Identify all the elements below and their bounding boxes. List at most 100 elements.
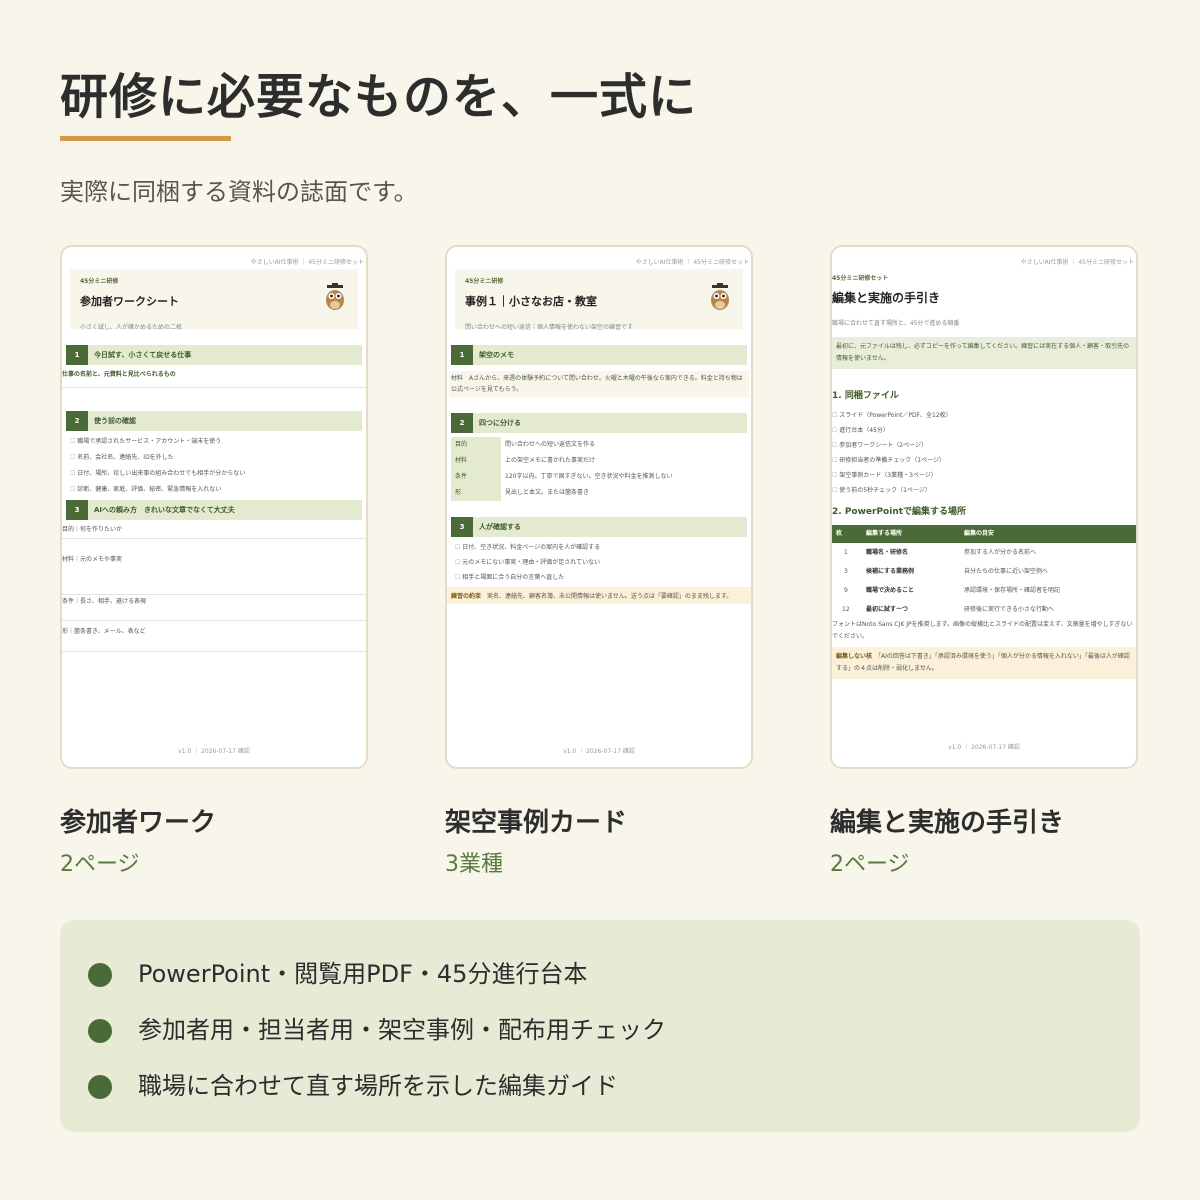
divider [62, 538, 366, 539]
card-guide: やさしいAI仕事術 ｜ 45分ミニ研修セット 45分ミニ研修セット 編集と実施の… [830, 245, 1138, 769]
check-item: 名前、会社名、連絡先、IDを外した [70, 452, 173, 461]
contents-item: 職場に合わせて直す場所を示した編集ガイド [138, 1072, 618, 1100]
table-cell: 12 [842, 606, 850, 613]
table-cell: 候補にする業務例 [866, 568, 915, 575]
table-row: 形見出しと本文。または箇条書き [451, 485, 747, 501]
note-label: 練習の約束 [451, 593, 482, 600]
section-number: 1 [66, 345, 88, 365]
divider [62, 651, 366, 652]
contents-panel: PowerPoint・閲覧用PDF・45分進行台本 参加者用・担当者用・架空事例… [60, 920, 1140, 1132]
card-caption: 架空事例カード [445, 808, 628, 838]
core-note: 編集しない核 「AIの回答は下書き」「承認済み環境を使う」「個人が分かる情報を入… [832, 647, 1136, 679]
doc-kicker: 45分ミニ研修 [465, 278, 504, 285]
table-row: 条件 120字以内。丁寧で固すぎない。空き状況や料金を推測しない [451, 469, 747, 485]
note-text: 実名、連絡先、顧客名簿、未公開情報は使いません。送う点は「要確認」のまま残します… [487, 593, 733, 600]
section-heading: 3 人が確認する [451, 517, 747, 537]
doc-kicker: 45分ミニ研修 [80, 278, 119, 285]
table-value: 見出しと本文。または箇条書き [505, 489, 590, 496]
table-header-cell: 編集の目安 [964, 530, 995, 537]
doc-footer: v1.0 ｜ 2026-07-17 確認 [563, 748, 635, 755]
doc-title-block: 45分ミニ研修 事例１｜小さなお店・教室 問い合わせへの短い返信｜個人情報を使わ… [455, 269, 743, 331]
card-caption-sub: 2ページ [60, 852, 140, 877]
table-header-cell: 枚 [836, 530, 843, 537]
table-value: 120字以内。丁寧で固すぎない。空き状況や料金を推測しない [505, 473, 673, 480]
table-cell: 1 [844, 549, 848, 556]
card-caption-sub: 2ページ [830, 852, 910, 877]
card-case: やさしいAI仕事術 ｜ 45分ミニ研修セット 45分ミニ研修 事例１｜小さなお店… [445, 245, 753, 769]
table-cell: 承認環境・保存場所・確認者を明記 [964, 587, 1061, 594]
doc-subtitle: 職場に合わせて直す場所と、45分で進める順番 [832, 320, 960, 327]
contents-item: 参加者用・担当者用・架空事例・配布用チェック [138, 1016, 666, 1044]
doc-subtitle: 小さく試し、人が確かめるための二枚 [80, 324, 183, 331]
section-number: 3 [451, 517, 473, 537]
doc-header: やさしいAI仕事術 ｜ 45分ミニ研修セット [635, 259, 749, 266]
table-cell: 研修後に実行できる小さな行動へ [964, 606, 1054, 613]
doc-title: 参加者ワークシート [80, 295, 179, 308]
page-title: 研修に必要なものを、一式に [60, 69, 698, 125]
table-key: 条件 [451, 469, 501, 485]
doc-subtitle: 問い合わせへの短い返信｜個人情報を使わない架空の練習です [465, 324, 634, 331]
field-label: 目的｜何を作りたいか [62, 526, 123, 533]
check-item: 職場で承認されたサービス・アカウント・端末を使う [70, 436, 221, 445]
card-caption: 編集と実施の手引き [830, 808, 1065, 838]
field-label: 形｜箇条書き、メール、表など [62, 628, 146, 635]
table-row: 9 職場で決めること 承認環境・保存場所・確認者を明記 [832, 582, 1136, 600]
file-item: スライド（PowerPoint／PDF、全12枚） [832, 410, 951, 419]
intro-note: 最初に、元ファイルは残し、必ずコピーを作って編集してください。練習には実在する個… [832, 337, 1136, 369]
table-header: 枚 編集する場所 編集の目安 [832, 525, 1136, 543]
field-label: 条件｜長さ、相手、避ける表現 [62, 598, 147, 605]
field-label: 材料｜元のメモや事実 [62, 556, 123, 563]
title-underline [60, 136, 231, 141]
divider [62, 387, 366, 388]
doc-title-block: 45分ミニ研修 参加者ワークシート 小さく試し、人が確かめるための二枚 [70, 269, 358, 331]
table-row: 12 最初に試すーつ 研修後に実行できる小さな行動へ [832, 601, 1136, 619]
table-row: 材料 上の架空メモに書かれた事実だけ [451, 453, 747, 469]
file-item: 進行台本（45分） [832, 425, 889, 434]
bullet-dot-icon [88, 963, 112, 987]
table-cell: 参加する人が分かる名前へ [964, 549, 1037, 556]
section-label: 架空のメモ [479, 351, 514, 359]
contents-item: PowerPoint・閲覧用PDF・45分進行台本 [138, 960, 588, 988]
doc-footer: v1.0 ｜ 2026-07-17 確認 [178, 748, 250, 755]
table-cell: 職場で決めること [866, 587, 915, 594]
card-caption-sub: 3業種 [445, 852, 503, 877]
table-cell: 自分たちの仕事に近い架空例へ [964, 568, 1049, 575]
table-cell: 職場名・研修名 [866, 549, 909, 556]
section-heading: 3 AIへの頼み方 きれいな文章でなくて大丈夫 [66, 500, 362, 520]
card-worksheet: やさしいAI仕事術 ｜ 45分ミニ研修セット 45分ミニ研修 参加者ワークシート… [60, 245, 368, 769]
section-number: 2 [451, 413, 473, 433]
check-item: 日付、空き状況、料金ページの案内を人が確認する [455, 542, 600, 551]
section-heading: 2 四つに分ける [451, 413, 747, 433]
section-label: 今日試す、小さくて戻せる仕事 [94, 351, 192, 359]
divider [62, 620, 366, 621]
section-number: 2 [66, 411, 88, 431]
table-value: 上の架空メモに書かれた事実だけ [505, 457, 596, 464]
table-cell: 最初に試すーつ [866, 606, 909, 613]
check-item: 元のメモにない事実・理由・評価が足されていない [455, 557, 600, 566]
table-cell: 9 [844, 587, 848, 594]
section-number: 3 [66, 500, 88, 520]
file-item: 使う前の5秒チェック（1ページ） [832, 485, 931, 494]
section-line: 仕事の名前と、元資料と見比べられるもの [62, 371, 176, 378]
divider [62, 594, 366, 595]
doc-kicker: 45分ミニ研修セット [832, 275, 889, 282]
table-key: 材料 [451, 453, 501, 469]
table-value: 問い合わせへの短い返信文を作る [505, 441, 596, 448]
file-item: 研修担当者の準備チェック（1ページ） [832, 455, 945, 464]
note-label: 編集しない核 [836, 653, 873, 660]
note-text: 「AIの回答は下書き」「承認済み環境を使う」「個人が分かる情報を入れない」「最後… [836, 653, 1130, 672]
practice-note: 練習の約束 実名、連絡先、顧客名簿、未公開情報は使いません。送う点は「要確認」の… [447, 587, 751, 604]
memo-text: 材料 Aさんから、来週の体験予約について問い合わせ。火曜と木曜の午後なら案内でき… [449, 371, 749, 397]
section-heading: 1. 同梱ファイル [832, 391, 899, 401]
doc-title: 事例１｜小さなお店・教室 [465, 295, 597, 308]
table-key: 目的 [451, 437, 501, 453]
owl-icon [711, 283, 729, 310]
section-heading: 2. PowerPointで編集する場所 [832, 507, 967, 517]
table-row: 1 職場名・研修名 参加する人が分かる名前へ [832, 544, 1136, 562]
check-item: 日付、場所、珍しい出来事の組み合わせでも相手が分からない [70, 468, 245, 477]
check-item: 診断、健康、家庭、評価、秘密、緊急情報を入れない [70, 484, 221, 493]
page-subtitle: 実際に同梱する資料の誌面です。 [60, 178, 418, 206]
card-caption: 参加者ワーク [60, 808, 217, 838]
table-row: 3 候補にする業務例 自分たちの仕事に近い架空例へ [832, 563, 1136, 581]
section-heading: 1 架空のメモ [451, 345, 747, 365]
